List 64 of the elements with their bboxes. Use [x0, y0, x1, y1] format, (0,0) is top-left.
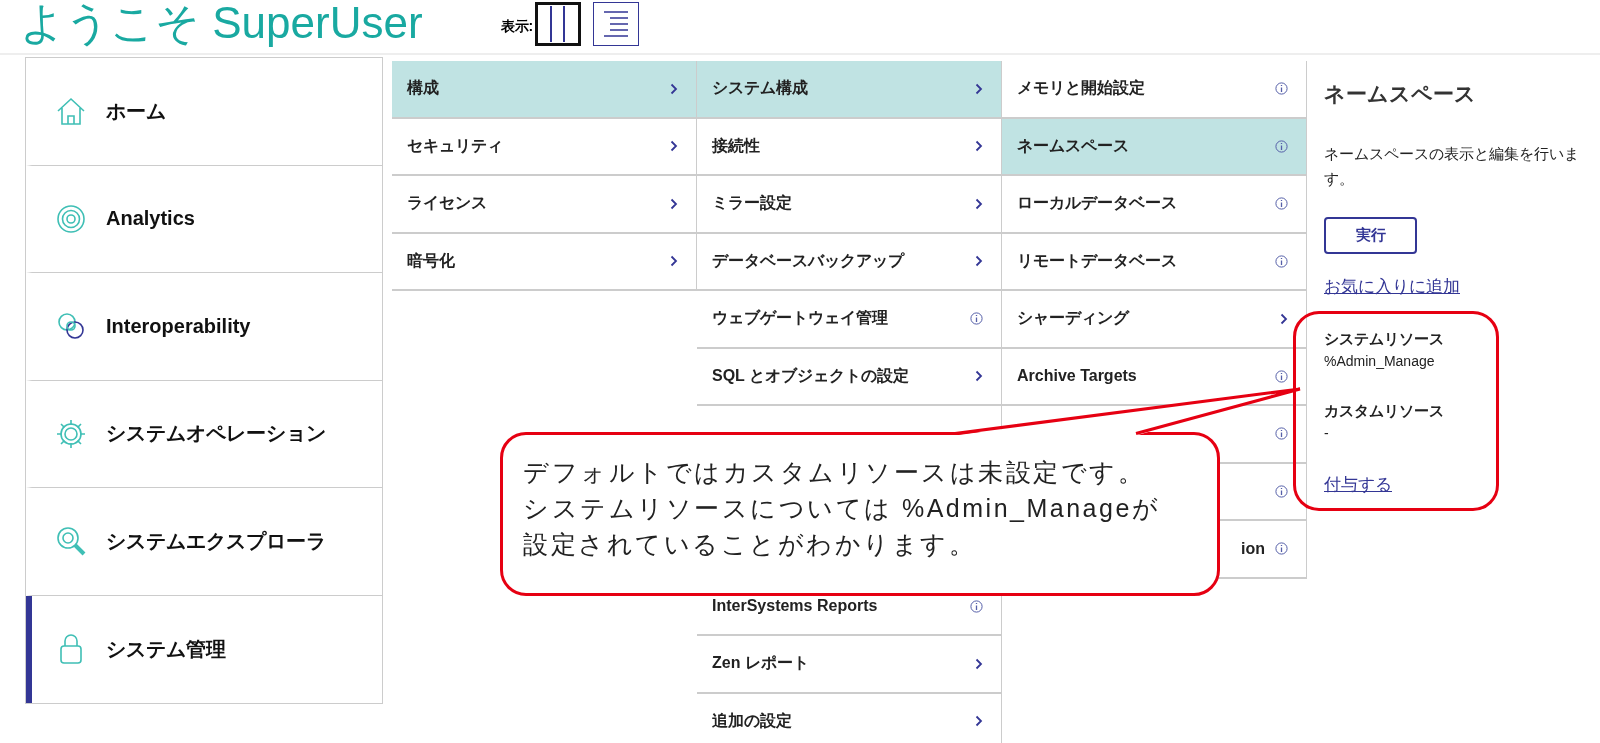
- info-icon: [1275, 369, 1288, 383]
- menu-item[interactable]: Archive Targets: [1017, 367, 1137, 386]
- callout-text: デフォルトではカスタムリソースは未設定です。: [523, 457, 1145, 488]
- info-icon: [970, 599, 983, 613]
- resource-heading: カスタムリソース: [1324, 402, 1445, 420]
- menu-item[interactable]: シャーディング: [1017, 308, 1129, 330]
- info-icon: [970, 312, 983, 326]
- menu-item[interactable]: 構成: [407, 78, 439, 100]
- menu-item[interactable]: ネームスペース: [1017, 135, 1129, 157]
- info-icon: [1275, 82, 1288, 96]
- menu-item[interactable]: ローカルデータベース: [1017, 193, 1177, 215]
- menu-item[interactable]: 接続性: [712, 135, 760, 157]
- menu-item[interactable]: Zen レポート: [712, 653, 809, 675]
- chevron-icon: [975, 370, 983, 383]
- resource-heading: システムリソース: [1324, 330, 1445, 348]
- menu-item[interactable]: ミラー設定: [712, 193, 792, 215]
- info-icon: [1275, 427, 1288, 441]
- chevron-icon: [975, 715, 983, 728]
- menu-item[interactable]: SQL とオブジェクトの設定: [712, 365, 910, 387]
- info-icon: [1275, 484, 1288, 498]
- chevron-icon: [975, 197, 983, 210]
- menu-item[interactable]: ion: [1241, 539, 1265, 558]
- menu-item[interactable]: ウェブゲートウェイ管理: [712, 308, 888, 330]
- nav-item[interactable]: システムオペレーション: [26, 380, 382, 488]
- menu-item[interactable]: データベースバックアップ: [712, 250, 904, 272]
- view-label: 表示:: [500, 17, 534, 36]
- panel-title: ネームスペース: [1324, 82, 1477, 106]
- chevron-icon: [670, 140, 678, 153]
- chevron-icon: [1280, 312, 1288, 325]
- menu-item[interactable]: セキュリティ: [407, 135, 503, 157]
- menu-item[interactable]: 暗号化: [407, 250, 455, 272]
- menu-item[interactable]: InterSystems Reports: [712, 597, 878, 616]
- callout-text: システムリソースについては %Admin_Manageが: [523, 493, 1161, 524]
- welcome-title: ようこそ SuperUser: [20, 0, 423, 49]
- info-icon: [1275, 139, 1288, 153]
- resource-value: %Admin_Manage: [1324, 353, 1435, 369]
- list-view-icon[interactable]: [593, 1, 640, 46]
- menu-item[interactable]: リモートデータベース: [1017, 250, 1177, 272]
- chevron-icon: [975, 657, 983, 670]
- chevron-icon: [975, 82, 983, 95]
- panel-description: ネームスペースの表示と編集を行います。: [1324, 144, 1580, 189]
- nav-item[interactable]: システム管理: [26, 595, 382, 703]
- info-icon: [1275, 542, 1288, 556]
- menu-item[interactable]: ライセンス: [407, 193, 487, 215]
- chevron-icon: [670, 197, 678, 210]
- nav-item[interactable]: Interoperability: [26, 273, 382, 381]
- chevron-icon: [670, 255, 678, 268]
- info-icon: [1275, 254, 1288, 268]
- nav-item[interactable]: ホーム: [26, 58, 382, 166]
- grant-link[interactable]: 付与する: [1324, 475, 1392, 495]
- nav-item[interactable]: システムエクスプローラ: [26, 488, 382, 596]
- resource-value: -: [1324, 425, 1329, 441]
- info-icon: [1275, 197, 1288, 211]
- menu-item[interactable]: 追加の設定: [712, 710, 792, 732]
- chevron-icon: [975, 140, 983, 153]
- nav-item[interactable]: Analytics: [26, 165, 382, 273]
- chevron-icon: [670, 82, 678, 95]
- menu-item[interactable]: システム構成: [712, 78, 808, 100]
- run-button[interactable]: 実行: [1324, 217, 1417, 254]
- favorite-link[interactable]: お気に入りに追加: [1324, 277, 1460, 297]
- callout-text: 設定されていることがわかります。: [523, 529, 976, 560]
- chevron-icon: [975, 255, 983, 268]
- menu-item[interactable]: メモリと開始設定: [1017, 78, 1145, 100]
- column-view-icon[interactable]: [535, 1, 582, 46]
